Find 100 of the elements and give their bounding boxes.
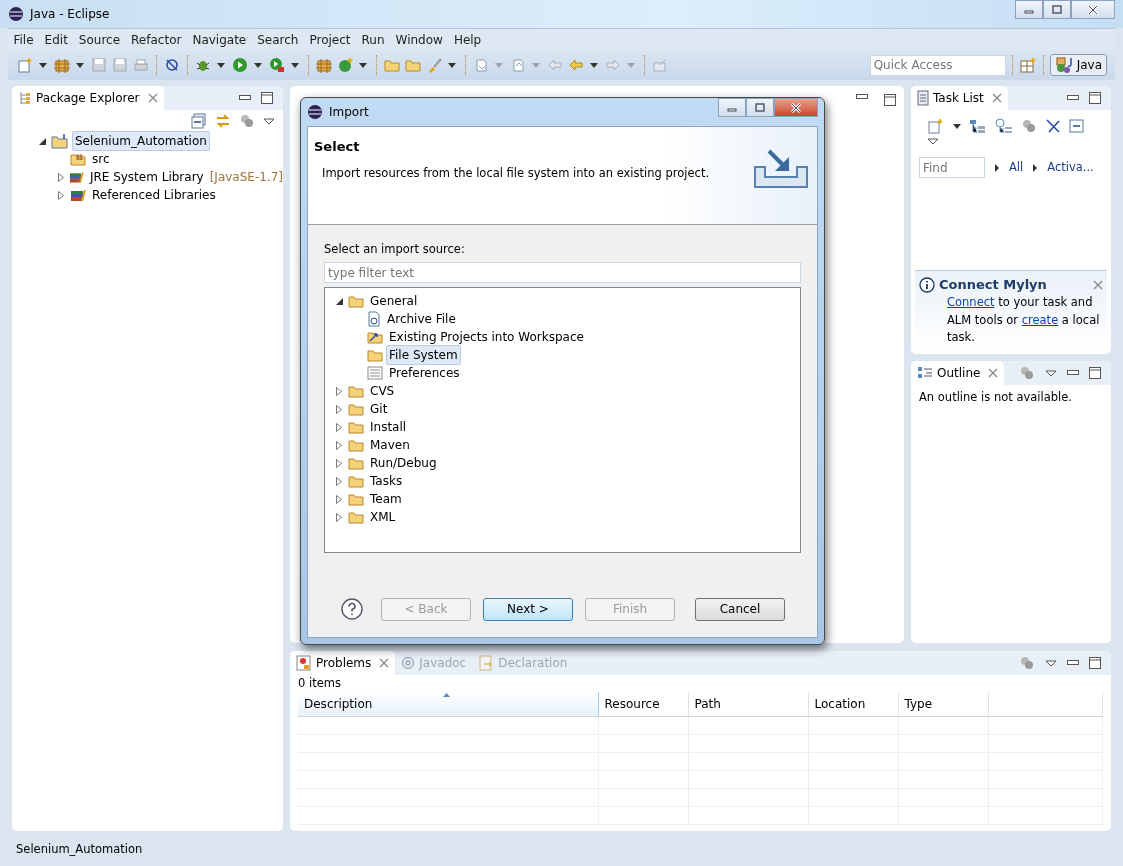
- collapsed-arrow-icon[interactable]: [336, 476, 342, 486]
- run-tool-icon[interactable]: [269, 57, 285, 73]
- tree-item[interactable]: XML: [367, 507, 399, 528]
- tree-item[interactable]: Run/Debug: [367, 453, 440, 474]
- menu-item[interactable]: File: [8, 30, 40, 49]
- minimize-icon[interactable]: [1067, 660, 1079, 666]
- menu-item[interactable]: Refactor: [125, 30, 187, 49]
- dropdown-arrow-icon[interactable]: [359, 62, 367, 68]
- collapsed-arrow-icon[interactable]: [336, 512, 342, 522]
- dropdown-arrow-icon[interactable]: [76, 62, 84, 68]
- link[interactable]: create: [1021, 312, 1059, 327]
- dropdown-arrow-icon[interactable]: [39, 62, 47, 68]
- minimize-icon[interactable]: [856, 94, 868, 100]
- menu-item[interactable]: Source: [73, 30, 126, 49]
- view-tab[interactable]: Package Explorer: [12, 86, 164, 110]
- expanded-arrow-icon[interactable]: [38, 137, 46, 145]
- gears-icon[interactable]: [1019, 655, 1035, 671]
- tree-item[interactable]: JRE System Library: [86, 167, 207, 187]
- link-with-editor-icon[interactable]: [215, 113, 231, 129]
- menu-item[interactable]: Navigate: [186, 30, 252, 49]
- view-menu-icon[interactable]: [263, 117, 275, 125]
- run-icon[interactable]: [232, 57, 248, 73]
- tree-item[interactable]: Existing Projects into Workspace: [386, 327, 587, 348]
- import-source-tree[interactable]: General Archive File Existing Projects into Workspace File System Preferences CVS Git Install Maven Run/Debug Tasks Team XML: [324, 287, 801, 554]
- menu-item[interactable]: Project: [303, 30, 357, 49]
- minimize-icon[interactable]: [1067, 95, 1079, 101]
- close-icon[interactable]: [379, 658, 390, 668]
- dropdown-arrow-icon[interactable]: [291, 62, 299, 68]
- close-icon[interactable]: [988, 368, 999, 378]
- find-field[interactable]: Find: [919, 157, 985, 178]
- tree-item[interactable]: Archive File: [384, 309, 459, 330]
- dropdown-arrow-icon[interactable]: [590, 62, 598, 68]
- gears-icon[interactable]: [1019, 365, 1035, 381]
- tree-item[interactable]: CVS: [367, 381, 398, 402]
- collapsed-arrow-icon[interactable]: [58, 190, 64, 200]
- minimize-button[interactable]: [1015, 0, 1043, 19]
- minimize-icon[interactable]: [239, 95, 251, 101]
- collapsed-arrow-icon[interactable]: [336, 404, 342, 414]
- column-header[interactable]: Resource: [604, 697, 660, 712]
- minimize-button[interactable]: [718, 98, 746, 117]
- filter-link[interactable]: Activa...: [1047, 158, 1094, 177]
- gears-icon[interactable]: [239, 113, 255, 129]
- tree-item[interactable]: Maven: [367, 435, 413, 456]
- maximize-icon[interactable]: [1089, 367, 1101, 379]
- collapsed-arrow-icon[interactable]: [336, 386, 342, 396]
- tree-item[interactable]: Tasks: [367, 471, 406, 492]
- new-file-icon[interactable]: [17, 57, 33, 73]
- collapsed-arrow-icon[interactable]: [336, 422, 342, 432]
- perspective-button[interactable]: Java: [1049, 54, 1107, 76]
- column-header[interactable]: Description: [304, 697, 373, 712]
- close-icon[interactable]: [147, 93, 158, 103]
- view-menu-icon[interactable]: [1045, 659, 1057, 667]
- column-header[interactable]: Path: [694, 697, 721, 712]
- close-icon[interactable]: [1093, 279, 1103, 290]
- collapse-all-icon[interactable]: [1069, 118, 1085, 134]
- expanded-arrow-icon[interactable]: [335, 297, 343, 305]
- tree-item[interactable]: Selenium_Automation: [72, 131, 210, 151]
- collapsed-arrow-icon[interactable]: [336, 494, 342, 504]
- menu-item[interactable]: Edit: [39, 30, 74, 49]
- dropdown-arrow-icon[interactable]: [448, 62, 456, 68]
- close-icon[interactable]: [991, 93, 1002, 103]
- close-button[interactable]: [1071, 0, 1115, 19]
- dialog-button[interactable]: Next >: [483, 597, 573, 621]
- column-header[interactable]: Type: [904, 697, 933, 712]
- tree-item[interactable]: Install: [367, 417, 410, 438]
- dropdown-arrow-icon[interactable]: [217, 62, 225, 68]
- minimize-icon[interactable]: [1067, 370, 1079, 376]
- back-arrow-icon[interactable]: [568, 57, 584, 73]
- maximize-icon[interactable]: [884, 94, 896, 106]
- filter-link[interactable]: All: [1009, 158, 1024, 177]
- tree-item[interactable]: File System: [386, 345, 461, 366]
- menu-item[interactable]: Run: [356, 30, 391, 49]
- close-button[interactable]: [774, 98, 818, 117]
- dialog-button[interactable]: Cancel: [695, 597, 785, 621]
- tree-item[interactable]: src: [89, 149, 113, 169]
- maximize-button[interactable]: [1043, 0, 1071, 19]
- view-tab[interactable]: Task List: [911, 86, 1008, 110]
- tree-item[interactable]: General: [367, 291, 421, 312]
- maximize-button[interactable]: [746, 98, 774, 117]
- dropdown-arrow-icon[interactable]: [953, 123, 961, 129]
- tree-item[interactable]: Referenced Libraries: [89, 185, 219, 205]
- help-button[interactable]: [340, 597, 364, 621]
- menu-item[interactable]: Window: [390, 30, 449, 49]
- view-tab[interactable]: Problems: [290, 651, 396, 675]
- collapsed-arrow-icon[interactable]: [57, 172, 64, 182]
- view-menu-icon[interactable]: [1045, 369, 1057, 377]
- quick-access-field[interactable]: Quick Access: [869, 54, 1006, 76]
- filter-field[interactable]: type filter text: [324, 262, 801, 284]
- tree-item[interactable]: Team: [367, 489, 405, 510]
- view-menu-icon[interactable]: [927, 138, 939, 145]
- menu-item[interactable]: Search: [251, 30, 304, 49]
- maximize-icon[interactable]: [1089, 92, 1101, 104]
- collapse-all-icon[interactable]: [191, 113, 207, 129]
- tree-item[interactable]: Preferences: [386, 363, 463, 384]
- gears-icon[interactable]: [1021, 118, 1037, 134]
- column-header[interactable]: Location: [814, 697, 866, 712]
- maximize-icon[interactable]: [261, 92, 273, 104]
- no-link-icon[interactable]: [164, 57, 180, 73]
- tree-item[interactable]: Git: [367, 399, 391, 420]
- collapsed-arrow-icon[interactable]: [336, 440, 342, 450]
